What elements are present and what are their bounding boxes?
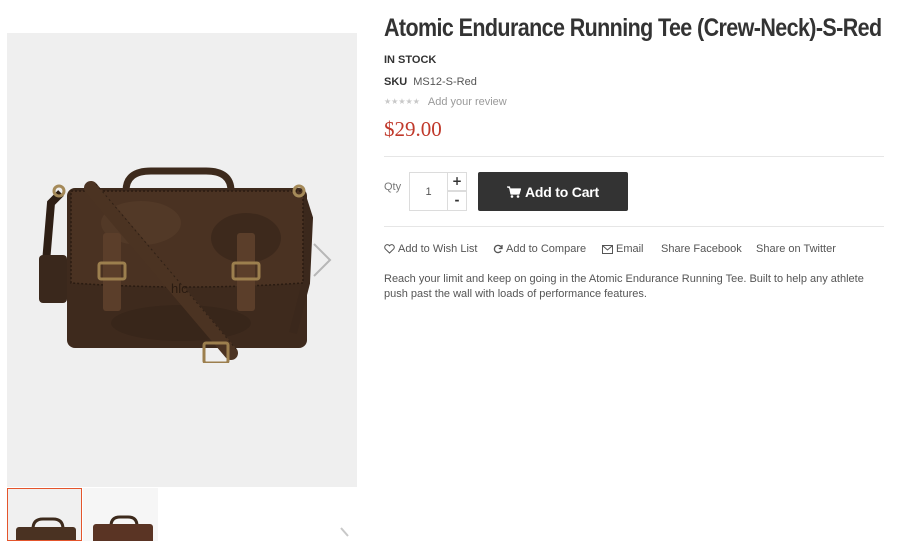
- thumbnail-2[interactable]: [83, 488, 158, 541]
- leather-bag-image: hlc: [39, 167, 314, 363]
- qty-increase-button[interactable]: +: [447, 172, 467, 191]
- sku-row: SKU MS12-S-Red: [384, 75, 477, 89]
- share-twitter-label: Share on Twitter: [756, 243, 836, 255]
- share-facebook-label: Share Facebook: [661, 243, 742, 255]
- product-price: $29.00: [384, 117, 442, 141]
- thumbnail-bag-image: [8, 489, 81, 540]
- refresh-icon: [493, 244, 503, 254]
- divider: [384, 156, 884, 157]
- email-label: Email: [616, 243, 644, 255]
- qty-decrease-button[interactable]: -: [447, 191, 467, 211]
- qty-input[interactable]: [409, 172, 447, 211]
- product-description: Reach your limit and keep on going in th…: [384, 273, 864, 300]
- thumbnail-1[interactable]: [7, 488, 82, 541]
- envelope-icon: [602, 244, 613, 254]
- thumbnail-next-icon[interactable]: [338, 524, 352, 541]
- heart-icon: [384, 244, 395, 254]
- bag-logo: hlc: [171, 281, 188, 296]
- product-main-image[interactable]: hlc: [7, 33, 357, 487]
- add-to-cart-label: Add to Cart: [524, 183, 599, 200]
- divider: [384, 226, 884, 227]
- wishlist-label: Add to Wish List: [398, 243, 478, 255]
- qty-label: Qty: [384, 181, 402, 193]
- sku-label: SKU: [384, 76, 408, 88]
- rating-stars: ★★★★★: [384, 97, 420, 106]
- stock-status: IN STOCK: [384, 54, 437, 66]
- share-facebook-link[interactable]: Share Facebook: [661, 242, 742, 256]
- compare-link[interactable]: Add to Compare: [493, 242, 586, 256]
- thumbnail-bag-image: [83, 488, 158, 541]
- sku-value: MS12-S-Red: [413, 76, 477, 88]
- shopping-cart-icon: [506, 185, 521, 198]
- compare-label: Add to Compare: [506, 243, 587, 255]
- product-title: Atomic Endurance Running Tee (Crew-Neck)…: [384, 14, 882, 42]
- rating-row: ★★★★★ Add your review: [384, 95, 507, 109]
- share-twitter-link[interactable]: Share on Twitter: [756, 242, 836, 256]
- email-link[interactable]: Email: [602, 242, 644, 256]
- add-review-link[interactable]: Add your review: [428, 96, 507, 108]
- chevron-right-icon[interactable]: [310, 240, 334, 280]
- add-to-cart-button[interactable]: Add to Cart: [478, 172, 628, 211]
- wishlist-link[interactable]: Add to Wish List: [384, 242, 477, 256]
